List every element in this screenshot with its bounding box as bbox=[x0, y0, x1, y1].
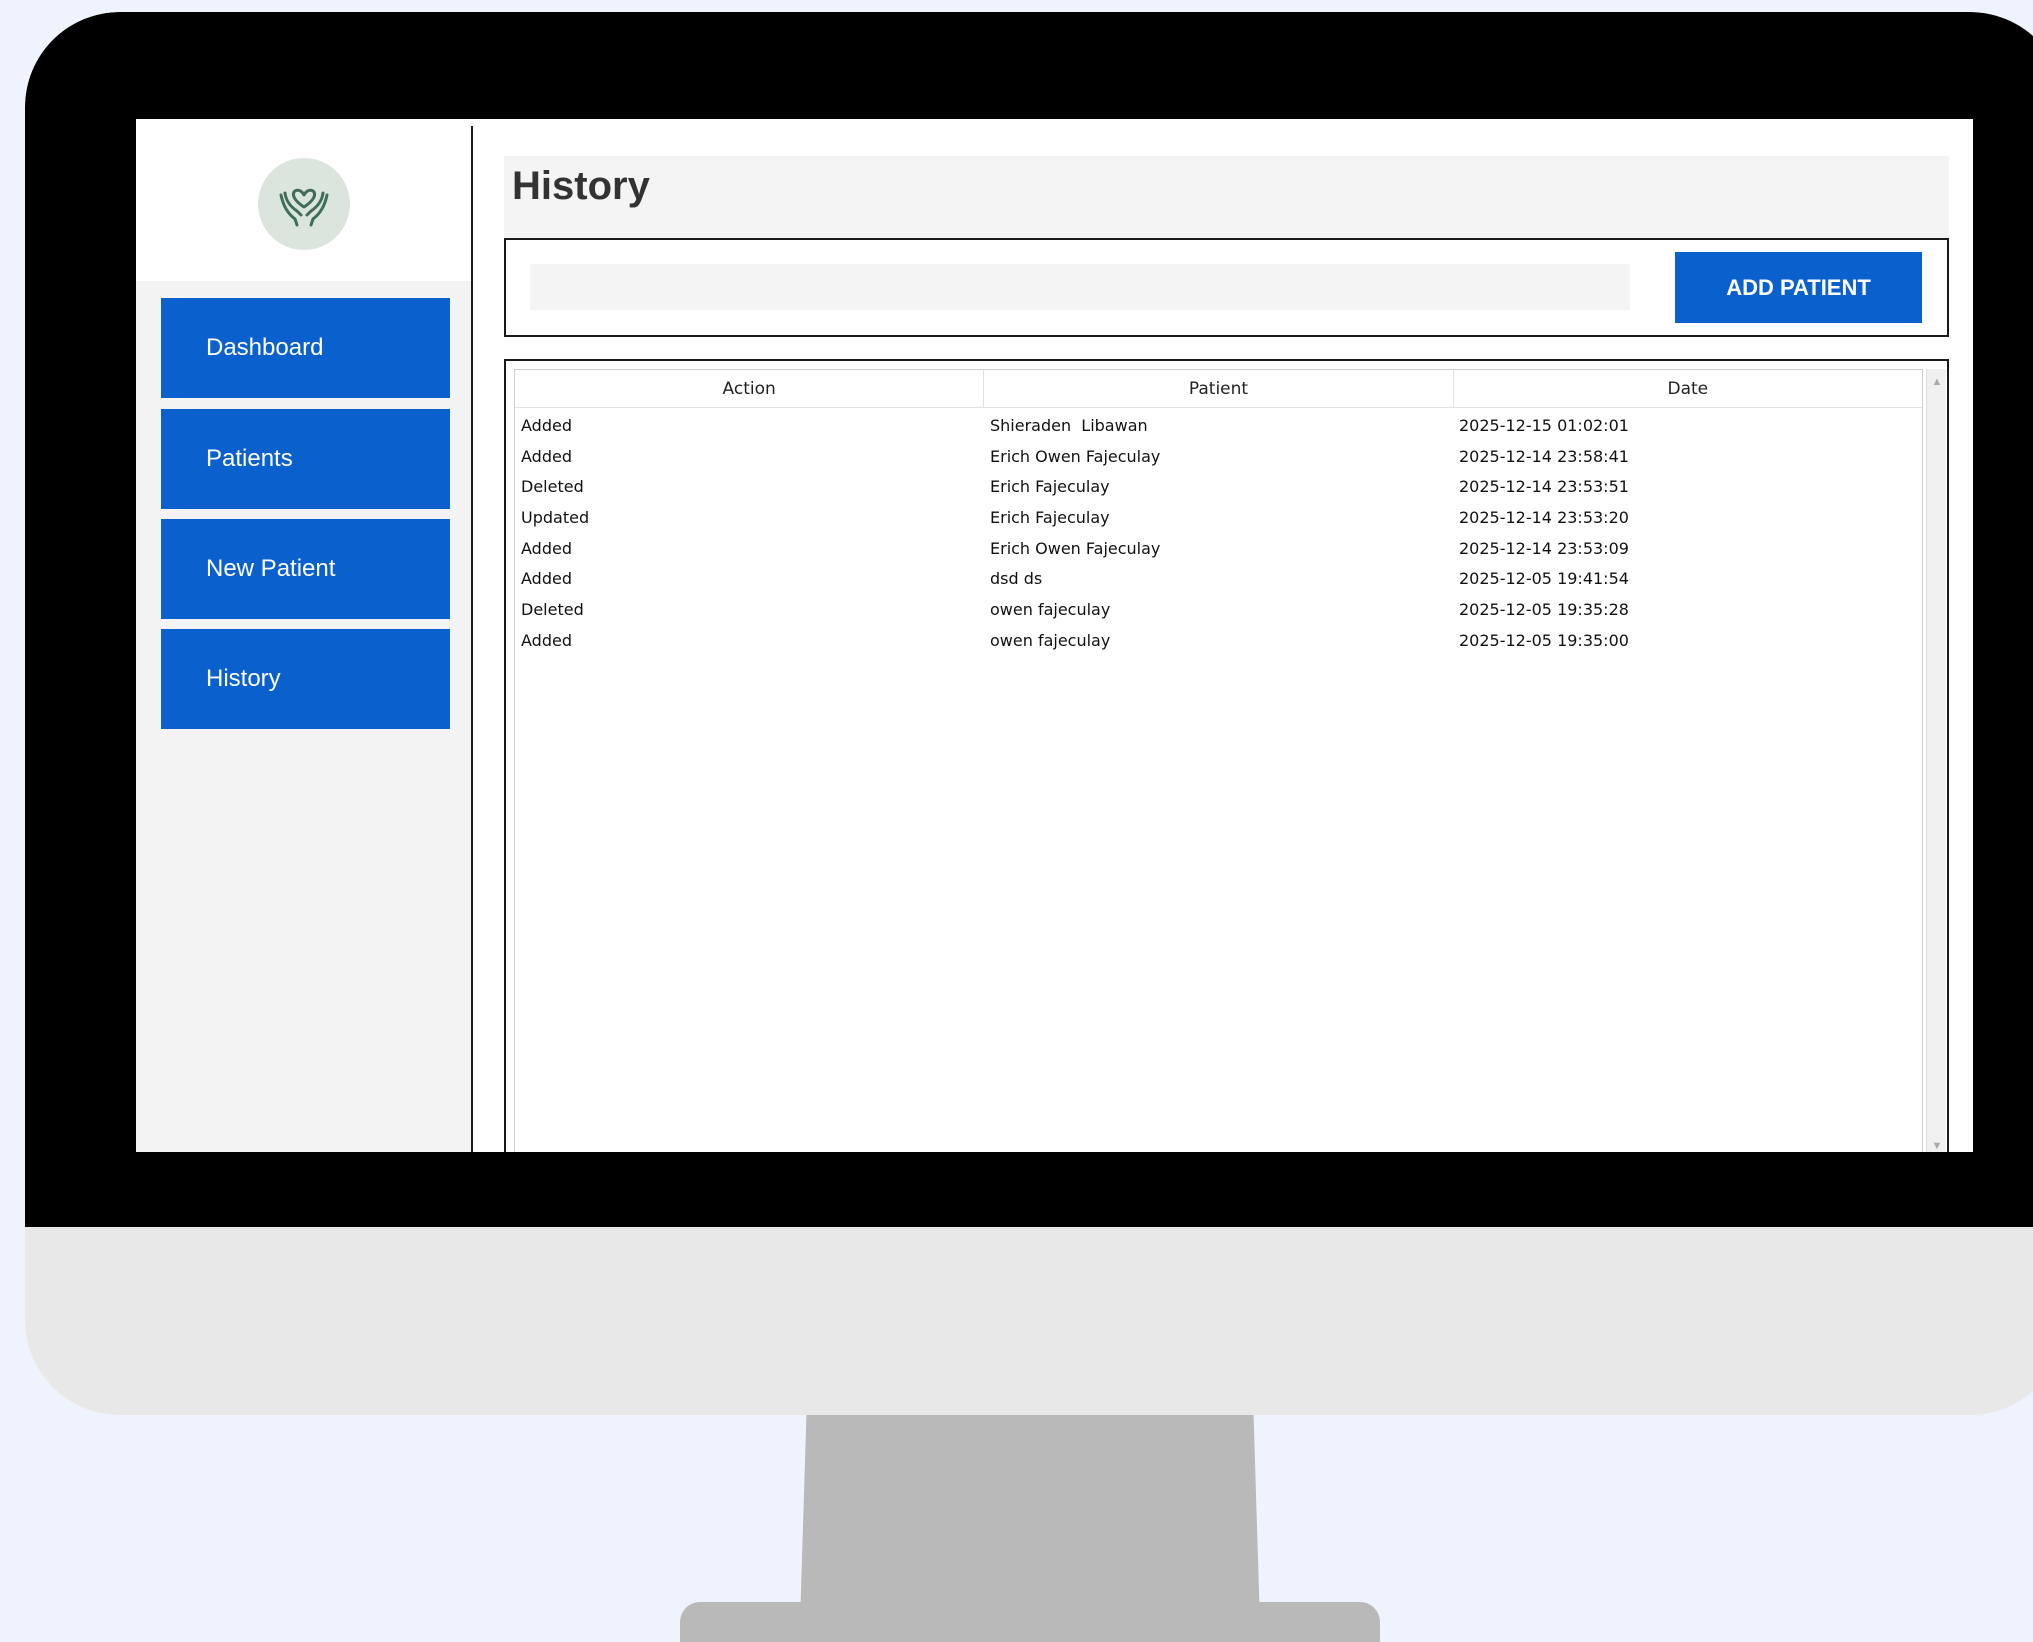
cell-patient: owen fajeculay bbox=[990, 630, 1111, 650]
hands-heart-icon bbox=[279, 188, 329, 227]
table-header: Action Patient Date bbox=[515, 370, 1922, 408]
sidebar: Dashboard Patients New Patient History bbox=[136, 126, 473, 1152]
cell-date: 2025-12-14 23:53:20 bbox=[1459, 507, 1629, 527]
cell-action: Deleted bbox=[521, 599, 584, 619]
sidebar-item-label: New Patient bbox=[206, 555, 336, 582]
monitor-bezel: Dashboard Patients New Patient History H… bbox=[25, 12, 2033, 1227]
sidebar-item-label: Patients bbox=[206, 445, 293, 472]
cell-patient: Erich Fajeculay bbox=[990, 477, 1110, 497]
cell-action: Added bbox=[521, 538, 572, 558]
logo bbox=[258, 158, 350, 250]
cell-date: 2025-12-05 19:41:54 bbox=[1459, 569, 1629, 589]
table-row[interactable]: Deleted Erich Fajeculay 2025-12-14 23:53… bbox=[515, 471, 1922, 502]
cell-patient: Erich Owen Fajeculay bbox=[990, 538, 1161, 558]
cell-action: Added bbox=[521, 415, 572, 435]
cell-date: 2025-12-15 01:02:01 bbox=[1459, 415, 1629, 435]
table-row[interactable]: Updated Erich Fajeculay 2025-12-14 23:53… bbox=[515, 502, 1922, 533]
cell-action: Added bbox=[521, 569, 572, 589]
sidebar-item-history[interactable]: History bbox=[161, 629, 450, 729]
column-header-patient[interactable]: Patient bbox=[984, 370, 1454, 407]
add-patient-button[interactable]: ADD PATIENT bbox=[1675, 252, 1922, 323]
table-body: Added Shieraden Libawan 2025-12-15 01:02… bbox=[515, 408, 1922, 656]
scroll-down-arrow-icon[interactable]: ▼ bbox=[1927, 1135, 1947, 1152]
cell-date: 2025-12-14 23:58:41 bbox=[1459, 446, 1629, 466]
cell-date: 2025-12-05 19:35:28 bbox=[1459, 599, 1629, 619]
cell-patient: owen fajeculay bbox=[990, 599, 1111, 619]
sidebar-item-label: Dashboard bbox=[206, 334, 324, 361]
monitor-frame: Dashboard Patients New Patient History H… bbox=[25, 12, 2033, 1415]
cell-date: 2025-12-05 19:35:00 bbox=[1459, 630, 1629, 650]
app-window: Dashboard Patients New Patient History H… bbox=[136, 119, 1973, 1152]
history-table[interactable]: Action Patient Date Added Shieraden Liba… bbox=[514, 369, 1923, 1152]
title-bar: History bbox=[504, 156, 1949, 241]
table-row[interactable]: Added Shieraden Libawan 2025-12-15 01:02… bbox=[515, 410, 1922, 441]
sidebar-item-label: History bbox=[206, 665, 281, 692]
cell-date: 2025-12-14 23:53:09 bbox=[1459, 538, 1629, 558]
cell-action: Deleted bbox=[521, 477, 584, 497]
table-row[interactable]: Added Erich Owen Fajeculay 2025-12-14 23… bbox=[515, 441, 1922, 472]
monitor-stand-foot bbox=[680, 1602, 1380, 1642]
sidebar-item-patients[interactable]: Patients bbox=[161, 409, 450, 509]
search-input[interactable] bbox=[530, 264, 1630, 310]
cell-patient: Shieraden Libawan bbox=[990, 415, 1148, 435]
search-panel: ADD PATIENT bbox=[504, 238, 1949, 337]
table-row[interactable]: Deleted owen fajeculay 2025-12-05 19:35:… bbox=[515, 594, 1922, 625]
table-row[interactable]: Added owen fajeculay 2025-12-05 19:35:00 bbox=[515, 625, 1922, 656]
table-row[interactable]: Added Erich Owen Fajeculay 2025-12-14 23… bbox=[515, 533, 1922, 564]
history-table-frame: Action Patient Date Added Shieraden Liba… bbox=[504, 359, 1949, 1152]
monitor-stand-neck bbox=[800, 1400, 1260, 1624]
cell-patient: dsd ds bbox=[990, 569, 1043, 589]
column-header-action[interactable]: Action bbox=[515, 370, 985, 407]
cell-patient: Erich Owen Fajeculay bbox=[990, 446, 1161, 466]
sidebar-logo-area bbox=[136, 126, 471, 281]
scroll-up-arrow-icon[interactable]: ▲ bbox=[1927, 371, 1947, 393]
table-row[interactable]: Added dsd ds 2025-12-05 19:41:54 bbox=[515, 563, 1922, 594]
sidebar-item-new-patient[interactable]: New Patient bbox=[161, 519, 450, 619]
vertical-scrollbar[interactable]: ▲ ▼ bbox=[1926, 369, 1946, 1152]
column-header-date[interactable]: Date bbox=[1454, 370, 1922, 407]
cell-action: Added bbox=[521, 446, 572, 466]
cell-patient: Erich Fajeculay bbox=[990, 507, 1110, 527]
cell-date: 2025-12-14 23:53:51 bbox=[1459, 477, 1629, 497]
cell-action: Updated bbox=[521, 507, 590, 527]
cell-action: Added bbox=[521, 630, 572, 650]
page-title: History bbox=[512, 164, 650, 208]
sidebar-item-dashboard[interactable]: Dashboard bbox=[161, 298, 450, 398]
